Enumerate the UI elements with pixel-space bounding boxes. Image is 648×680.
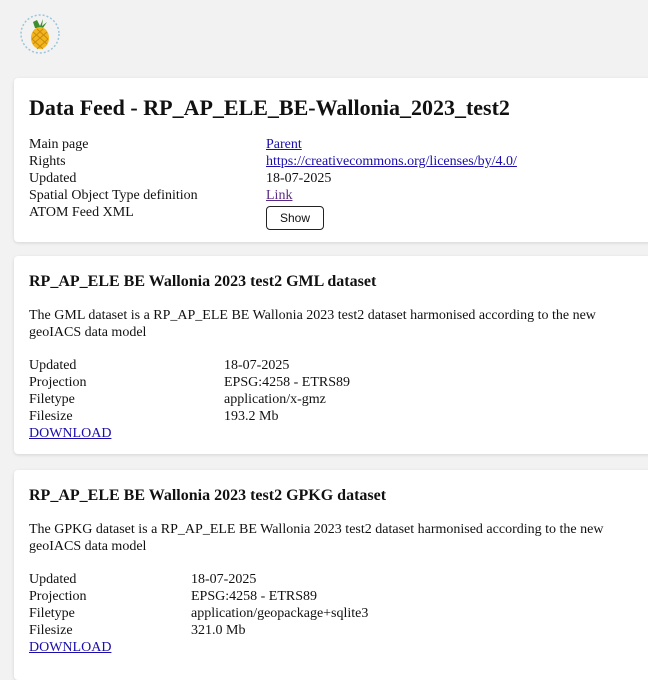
dataset-info-table: Updated 18-07-2025 Projection EPSG:4258 … xyxy=(29,357,350,442)
show-atom-xml-button[interactable]: Show xyxy=(266,206,324,230)
dataset-row-projection: Projection EPSG:4258 - ETRS89 xyxy=(29,588,368,605)
dataset-key: Filesize xyxy=(29,623,73,638)
dataset-key: Filetype xyxy=(29,392,75,407)
dataset-row-updated: Updated 18-07-2025 xyxy=(29,357,350,374)
info-key: Spatial Object Type definition xyxy=(29,188,198,203)
info-row-main-page: Main page Parent xyxy=(29,136,517,153)
gml-download-link[interactable]: DOWNLOAD xyxy=(29,426,111,441)
dataset-description: The GPKG dataset is a RP_AP_ELE BE Wallo… xyxy=(29,522,604,554)
gpkg-dataset-card: RP_AP_ELE BE Wallonia 2023 test2 GPKG da… xyxy=(14,470,648,680)
info-key: Rights xyxy=(29,154,66,169)
dataset-filetype-value: application/geopackage+sqlite3 xyxy=(191,606,369,621)
dataset-row-filesize: Filesize 193.2 Mb xyxy=(29,408,350,425)
dataset-key: Updated xyxy=(29,572,77,587)
dataset-key: Projection xyxy=(29,375,87,390)
info-row-spatial-object: Spatial Object Type definition Link xyxy=(29,187,517,204)
info-row-rights: Rights https://creativecommons.org/licen… xyxy=(29,153,517,170)
dataset-key: Filetype xyxy=(29,606,75,621)
pineapple-logo-icon xyxy=(18,12,62,56)
dataset-key: Updated xyxy=(29,358,77,373)
dataset-row-filesize: Filesize 321.0 Mb xyxy=(29,622,368,639)
dataset-row-filetype: Filetype application/x-gmz xyxy=(29,391,350,408)
dataset-key: Projection xyxy=(29,589,87,604)
info-key: Main page xyxy=(29,137,89,152)
dataset-title: RP_AP_ELE BE Wallonia 2023 test2 GML dat… xyxy=(29,273,377,290)
dataset-filesize-value: 193.2 Mb xyxy=(224,409,279,424)
gpkg-download-link[interactable]: DOWNLOAD xyxy=(29,640,111,655)
spatial-object-definition-link[interactable]: Link xyxy=(266,188,292,203)
license-link[interactable]: https://creativecommons.org/licenses/by/… xyxy=(266,154,517,169)
dataset-filetype-value: application/x-gmz xyxy=(224,392,326,407)
dataset-updated-value: 18-07-2025 xyxy=(191,572,257,587)
dataset-row-filetype: Filetype application/geopackage+sqlite3 xyxy=(29,605,368,622)
info-key: ATOM Feed XML xyxy=(29,205,134,220)
feed-card: Data Feed - RP_AP_ELE_BE-Wallonia_2023_t… xyxy=(14,78,648,242)
updated-value: 18-07-2025 xyxy=(266,171,332,186)
dataset-key: Filesize xyxy=(29,409,73,424)
dataset-info-table: Updated 18-07-2025 Projection EPSG:4258 … xyxy=(29,571,368,656)
dataset-projection-value: EPSG:4258 - ETRS89 xyxy=(224,375,351,390)
info-key: Updated xyxy=(29,171,77,186)
dataset-projection-value: EPSG:4258 - ETRS89 xyxy=(191,589,318,604)
page-title: Data Feed - RP_AP_ELE_BE-Wallonia_2023_t… xyxy=(29,95,510,120)
gml-dataset-card: RP_AP_ELE BE Wallonia 2023 test2 GML dat… xyxy=(14,256,648,454)
parent-link[interactable]: Parent xyxy=(266,137,302,152)
dataset-filesize-value: 321.0 Mb xyxy=(191,623,246,638)
info-row-updated: Updated 18-07-2025 xyxy=(29,170,517,187)
dataset-updated-value: 18-07-2025 xyxy=(224,358,290,373)
dataset-row-updated: Updated 18-07-2025 xyxy=(29,571,368,588)
info-row-atom-feed: ATOM Feed XML Show xyxy=(29,204,517,234)
feed-info-table: Main page Parent Rights https://creative… xyxy=(29,136,517,234)
dataset-title: RP_AP_ELE BE Wallonia 2023 test2 GPKG da… xyxy=(29,487,387,504)
dataset-row-projection: Projection EPSG:4258 - ETRS89 xyxy=(29,374,350,391)
dataset-description: The GML dataset is a RP_AP_ELE BE Wallon… xyxy=(29,308,596,340)
